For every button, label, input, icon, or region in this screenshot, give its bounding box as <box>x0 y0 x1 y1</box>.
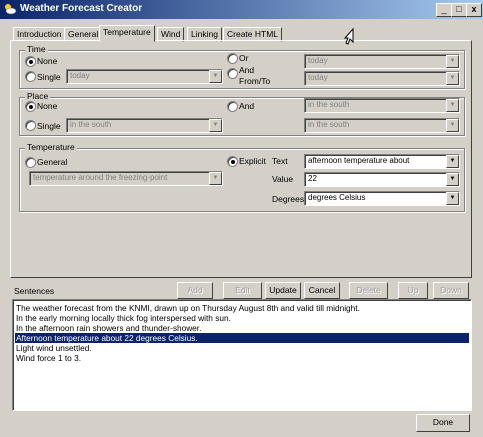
place-single-radio[interactable] <box>25 120 36 131</box>
sentences-label: Sentences <box>14 286 55 296</box>
down-button[interactable]: Down <box>433 282 469 299</box>
time-and-label: And <box>239 65 255 75</box>
time-single-select[interactable]: today ▼ <box>66 69 223 84</box>
chevron-down-icon: ▼ <box>446 119 459 132</box>
minimize-button[interactable]: _ <box>436 3 452 17</box>
time-single-radio[interactable] <box>25 71 36 82</box>
temperature-general-label: General <box>37 157 68 167</box>
maximize-button[interactable]: □ <box>451 3 467 17</box>
text-label: Text <box>272 156 288 166</box>
value-label: Value <box>272 174 294 184</box>
place-right2-select[interactable]: in the south ▼ <box>304 118 460 133</box>
place-none-radio[interactable] <box>25 101 36 112</box>
chevron-down-icon: ▼ <box>446 99 459 112</box>
up-button[interactable]: Up <box>398 282 428 299</box>
time-none-label: None <box>37 56 58 66</box>
app-cloud-icon <box>5 4 17 15</box>
tab-strip: Introduction General Temperature Wind Li… <box>13 25 313 42</box>
time-right1-select[interactable]: today ▼ <box>304 54 460 69</box>
time-right2-select[interactable]: today ▼ <box>304 71 460 86</box>
place-single-label: Single <box>37 121 61 131</box>
time-none-radio[interactable] <box>25 56 36 67</box>
degrees-label: Degrees <box>272 194 305 204</box>
done-button[interactable]: Done <box>416 414 470 432</box>
cancel-button[interactable]: Cancel <box>304 282 340 299</box>
time-or-radio[interactable] <box>227 53 238 64</box>
sentences-list[interactable]: The weather forecast from the KNMI, draw… <box>12 299 472 411</box>
place-none-label: None <box>37 101 58 111</box>
temperature-general-radio[interactable] <box>25 157 36 168</box>
time-single-label: Single <box>37 72 61 82</box>
value-select[interactable]: 22 ▼ <box>304 172 460 187</box>
place-single-select[interactable]: in the south ▼ <box>66 118 223 133</box>
list-item[interactable]: Light wind unsettled. <box>15 343 93 353</box>
temperature-explicit-radio[interactable] <box>227 156 238 167</box>
list-item[interactable]: Wind force 1 to 3. <box>15 353 82 363</box>
place-legend: Place <box>25 91 51 101</box>
temperature-explicit-label: Explicit <box>239 156 266 166</box>
chevron-down-icon: ▼ <box>446 55 459 68</box>
place-right1-select[interactable]: in the south ▼ <box>304 98 460 113</box>
add-button[interactable]: Add <box>177 282 213 299</box>
tab-temperature[interactable]: Temperature <box>99 25 155 42</box>
chevron-down-icon: ▼ <box>446 173 459 186</box>
text-select[interactable]: afternoon temperature about ▼ <box>304 154 460 169</box>
chevron-down-icon: ▼ <box>446 72 459 85</box>
place-and-radio[interactable] <box>227 101 238 112</box>
temperature-general-select[interactable]: temperature around the freezing-point ▼ <box>29 171 223 186</box>
update-button[interactable]: Update <box>265 282 301 299</box>
temperature-legend: Temperature <box>25 142 77 152</box>
time-from-to-label: From/To <box>239 76 271 86</box>
time-and-radio[interactable] <box>227 68 238 79</box>
chevron-down-icon: ▼ <box>446 192 459 205</box>
chevron-down-icon: ▼ <box>209 70 222 83</box>
close-button[interactable]: x <box>466 3 482 17</box>
edit-button[interactable]: Edit <box>223 282 262 299</box>
place-and-label: And <box>239 101 255 111</box>
chevron-down-icon: ▼ <box>446 155 459 168</box>
window-title: Weather Forecast Creator <box>20 3 143 14</box>
list-item-selected[interactable]: Afternoon temperature about 22 degrees C… <box>15 333 469 343</box>
mouse-cursor-icon <box>343 27 354 45</box>
list-item[interactable]: The weather forecast from the KNMI, draw… <box>15 303 361 313</box>
time-legend: Time <box>25 44 48 54</box>
degrees-select[interactable]: degrees Celsius ▼ <box>304 191 460 206</box>
delete-button[interactable]: Delete <box>349 282 388 299</box>
list-item[interactable]: In the early morning locally thick fog i… <box>15 313 232 323</box>
list-item[interactable]: In the afternoon rain showers and thunde… <box>15 323 202 333</box>
time-or-label: Or <box>239 53 249 63</box>
chevron-down-icon: ▼ <box>209 172 222 185</box>
chevron-down-icon: ▼ <box>209 119 222 132</box>
